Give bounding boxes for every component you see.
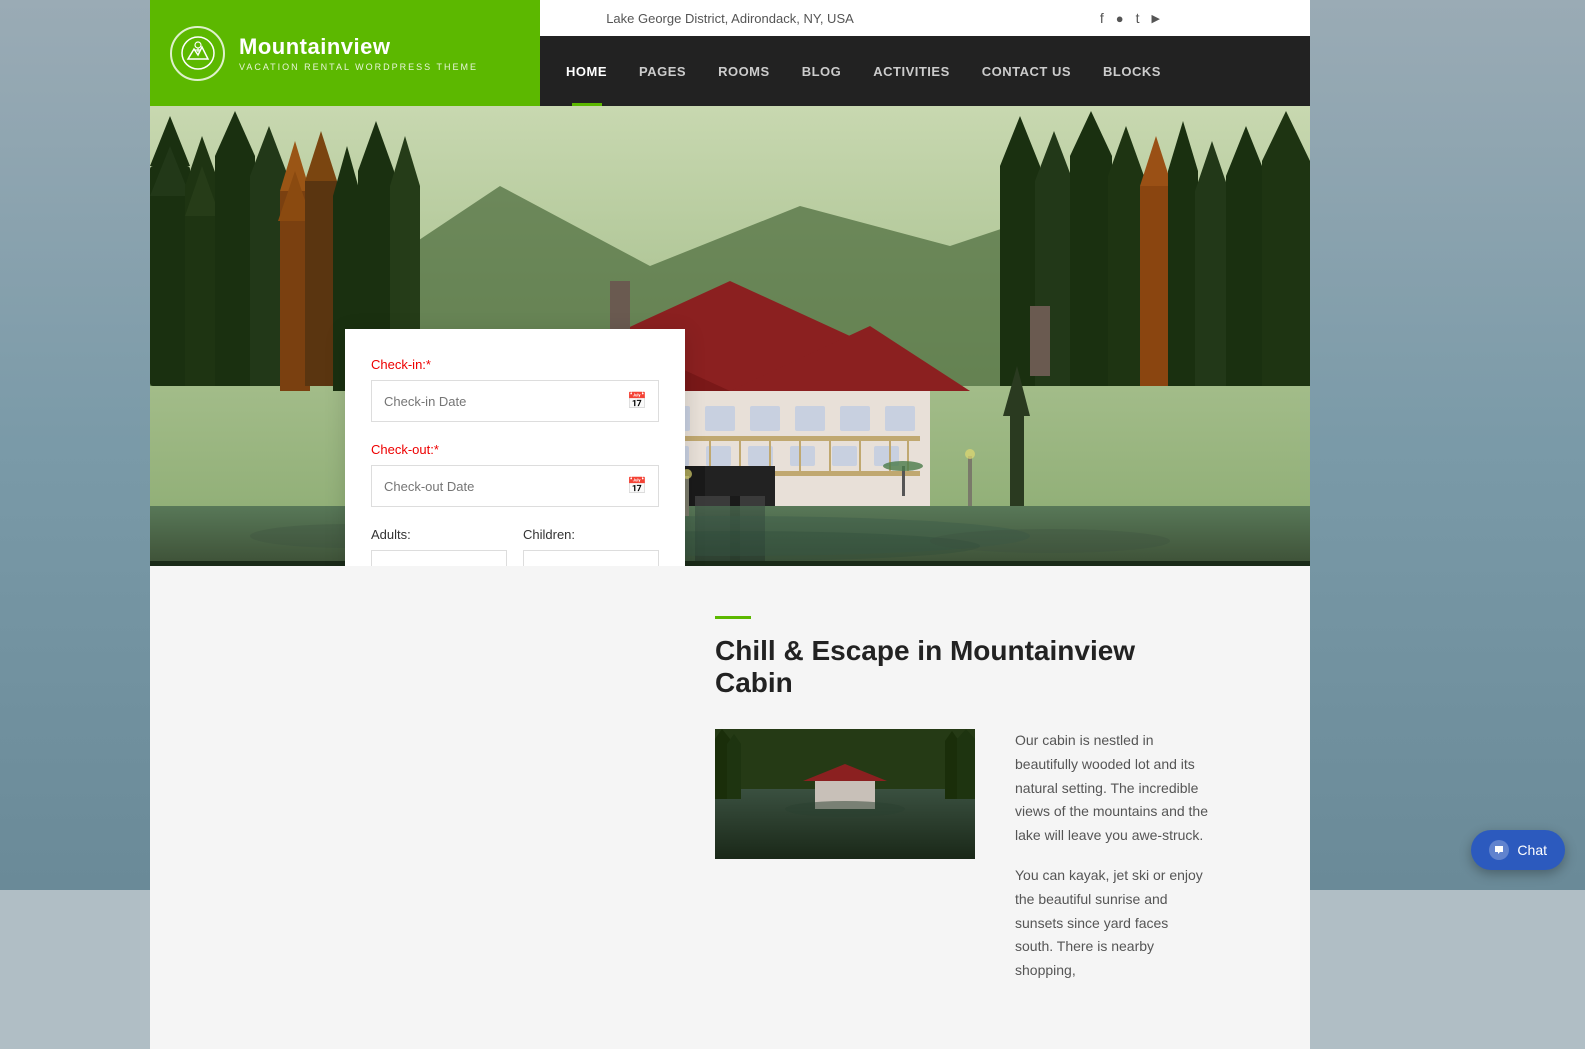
checkin-calendar-icon: 📅: [627, 391, 647, 411]
logo-title: Mountainview: [239, 34, 478, 60]
adults-select[interactable]: 1 2 3 4: [371, 550, 507, 566]
nav-rooms[interactable]: ROOMS: [702, 36, 786, 106]
header: Mountainview VACATION RENTAL WORDPRESS T…: [150, 36, 1310, 106]
children-select-wrap: 0 1 2 3 ▼: [523, 550, 659, 566]
facebook-icon[interactable]: f: [1100, 10, 1104, 26]
checkin-label: Check-in:*: [371, 357, 659, 372]
chat-button[interactable]: Chat: [1471, 830, 1565, 870]
checkin-field-wrap: 📅: [371, 380, 659, 422]
checkin-input[interactable]: [371, 380, 659, 422]
location-text: Lake George District, Adirondack, NY, US…: [606, 11, 854, 26]
chat-label: Chat: [1517, 842, 1547, 858]
nav-blog[interactable]: BLOG: [786, 36, 858, 106]
children-label: Children:: [523, 527, 659, 542]
logo-area[interactable]: Mountainview VACATION RENTAL WORDPRESS T…: [150, 0, 540, 106]
content-para-2: You can kayak, jet ski or enjoy the beau…: [1015, 864, 1210, 983]
nav-home[interactable]: HOME: [550, 36, 623, 106]
content-image: [715, 729, 975, 859]
adults-select-wrap: 1 2 3 4 ▼: [371, 550, 507, 566]
adults-col: Adults: 1 2 3 4 ▼: [371, 527, 507, 566]
booking-panel: Check-in:* 📅 Check-out:* 📅 Adul: [345, 329, 685, 566]
guests-row: Adults: 1 2 3 4 ▼ Children:: [371, 527, 659, 566]
nav-contact[interactable]: CONTACT US: [966, 36, 1087, 106]
content-text: Our cabin is nestled in beautifully wood…: [1015, 729, 1210, 999]
children-col: Children: 0 1 2 3 ▼: [523, 527, 659, 566]
nav-blocks[interactable]: BLOCKS: [1087, 36, 1177, 106]
social-icons: f ● t ▶: [1100, 10, 1160, 26]
instagram-icon[interactable]: ●: [1116, 11, 1124, 26]
youtube-icon[interactable]: ▶: [1152, 12, 1160, 25]
adults-label: Adults:: [371, 527, 507, 542]
logo-subtitle: VACATION RENTAL WORDPRESS THEME: [239, 62, 478, 72]
checkout-input[interactable]: [371, 465, 659, 507]
logo-text: Mountainview VACATION RENTAL WORDPRESS T…: [239, 34, 478, 72]
twitter-icon[interactable]: t: [1136, 10, 1140, 26]
content-inner: Our cabin is nestled in beautifully wood…: [715, 729, 1210, 999]
hero-section: Check-in:* 📅 Check-out:* 📅 Adul: [150, 106, 1310, 566]
content-para-1: Our cabin is nestled in beautifully wood…: [1015, 729, 1210, 848]
navigation: HOME PAGES ROOMS BLOG ACTIVITIES CONTACT…: [550, 36, 1177, 106]
content-section: Chill & Escape in Mountainview Cabin: [150, 566, 1310, 1049]
checkout-label: Check-out:*: [371, 442, 659, 457]
logo-icon: [170, 26, 225, 81]
nav-pages[interactable]: PAGES: [623, 36, 702, 106]
section-title: Chill & Escape in Mountainview Cabin: [715, 635, 1210, 699]
chat-bubble-icon: [1489, 840, 1509, 860]
nav-activities[interactable]: ACTIVITIES: [857, 36, 966, 106]
checkout-field-wrap: 📅: [371, 465, 659, 507]
checkout-calendar-icon: 📅: [627, 476, 647, 496]
children-select[interactable]: 0 1 2 3: [523, 550, 659, 566]
section-divider: [715, 616, 751, 619]
